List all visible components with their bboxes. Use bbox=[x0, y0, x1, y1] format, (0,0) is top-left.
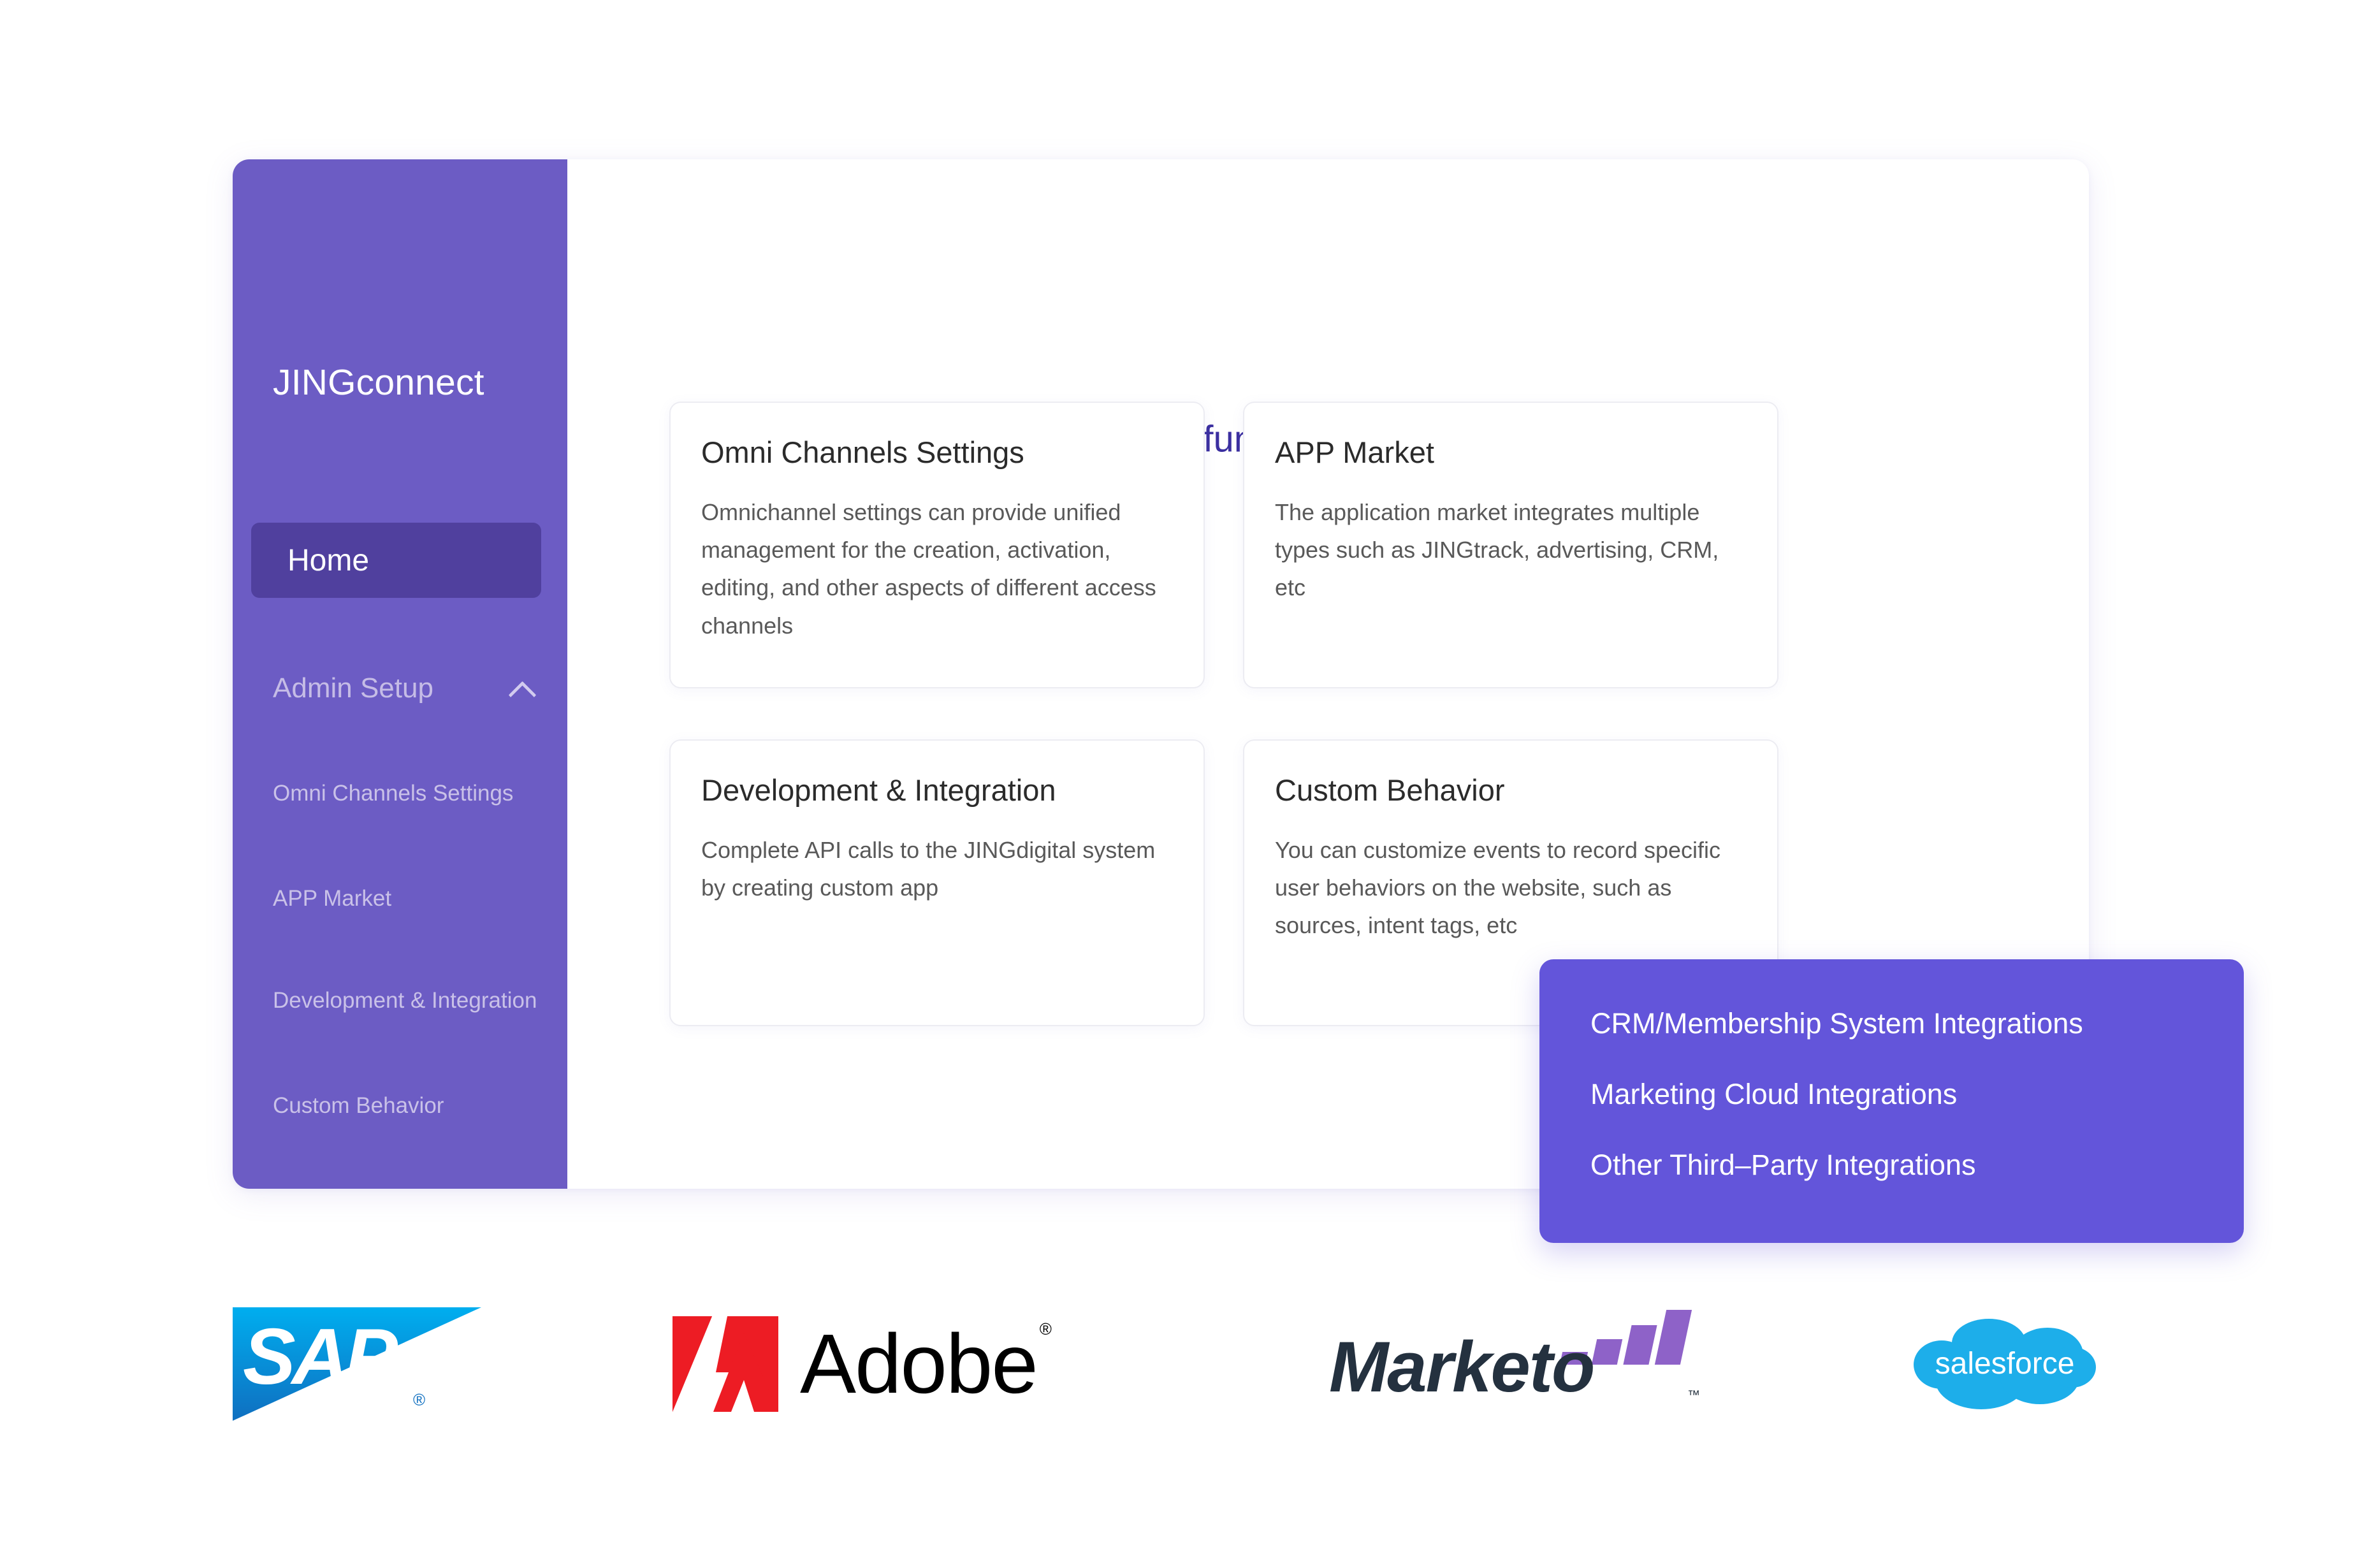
card-omni-channels-settings[interactable]: Omni Channels Settings Omnichannel setti… bbox=[669, 402, 1205, 688]
card-description: The application market integrates multip… bbox=[1275, 498, 1719, 601]
sidebar-item-app-market[interactable]: APP Market bbox=[273, 886, 391, 911]
card-description: Omnichannel settings can provide unified… bbox=[701, 498, 1156, 639]
sidebar-item-development-integration[interactable]: Development & Integration bbox=[273, 988, 537, 1013]
salesforce-logo: salesforce bbox=[1912, 1281, 2116, 1447]
integration-item-marketing-cloud[interactable]: Marketing Cloud Integrations bbox=[1590, 1080, 2244, 1108]
sidebar-group-admin-setup[interactable]: Admin Setup bbox=[273, 672, 541, 704]
salesforce-logo-mark: salesforce bbox=[1912, 1316, 2097, 1412]
card-development-integration[interactable]: Development & Integration Complete API c… bbox=[669, 739, 1205, 1026]
card-title: APP Market bbox=[1275, 435, 1434, 469]
sidebar-item-custom-behavior[interactable]: Custom Behavior bbox=[273, 1093, 444, 1119]
marketo-trademark: ™ bbox=[1687, 1388, 1700, 1402]
card-title: Development & Integration bbox=[701, 773, 1056, 807]
sidebar-group-admin-setup-label: Admin Setup bbox=[273, 672, 433, 704]
partner-logo-strip: SAP ® Adobe ® Marketo ™ salesforce bbox=[0, 1281, 2356, 1485]
card-description: Complete API calls to the JINGdigital sy… bbox=[701, 836, 1156, 901]
marketo-logo-mark: Marketo ™ bbox=[1329, 1310, 1700, 1418]
sidebar: JINGconnect Home Admin Setup Omni Channe… bbox=[233, 159, 567, 1189]
marketo-logo: Marketo ™ bbox=[1329, 1281, 1712, 1447]
adobe-logo-text: Adobe ® bbox=[800, 1319, 1052, 1406]
card-description: You can customize events to record speci… bbox=[1275, 836, 1721, 939]
salesforce-logo-text: salesforce bbox=[1935, 1347, 2075, 1381]
card-app-market[interactable]: APP Market The application market integr… bbox=[1243, 402, 1778, 688]
sidebar-item-omni-channels-settings[interactable]: Omni Channels Settings bbox=[273, 781, 513, 806]
sap-registered-mark: ® bbox=[413, 1390, 426, 1409]
integrations-popover: CRM/Membership System Integrations Marke… bbox=[1539, 959, 2244, 1243]
integration-item-other-third-party[interactable]: Other Third–Party Integrations bbox=[1590, 1151, 2244, 1179]
card-title: Omni Channels Settings bbox=[701, 435, 1024, 469]
adobe-logo: Adobe ® bbox=[673, 1281, 1119, 1447]
sidebar-item-home[interactable]: Home bbox=[251, 523, 541, 598]
card-title: Custom Behavior bbox=[1275, 773, 1505, 807]
adobe-registered-mark: ® bbox=[1039, 1319, 1052, 1339]
sap-logo: SAP ® bbox=[233, 1281, 488, 1447]
marketo-logo-text: Marketo bbox=[1329, 1327, 1595, 1407]
chevron-up-icon bbox=[507, 679, 537, 698]
adobe-wordmark: Adobe bbox=[800, 1317, 1038, 1411]
sidebar-item-home-label: Home bbox=[287, 543, 370, 577]
sap-logo-mark: SAP ® bbox=[233, 1307, 481, 1421]
adobe-a-mark-icon bbox=[673, 1316, 778, 1412]
adobe-logo-row: Adobe ® bbox=[673, 1316, 1052, 1412]
sap-logo-text: SAP bbox=[243, 1313, 398, 1401]
app-brand-title: JINGconnect bbox=[273, 362, 484, 403]
integration-item-crm-membership[interactable]: CRM/Membership System Integrations bbox=[1590, 1009, 2244, 1038]
